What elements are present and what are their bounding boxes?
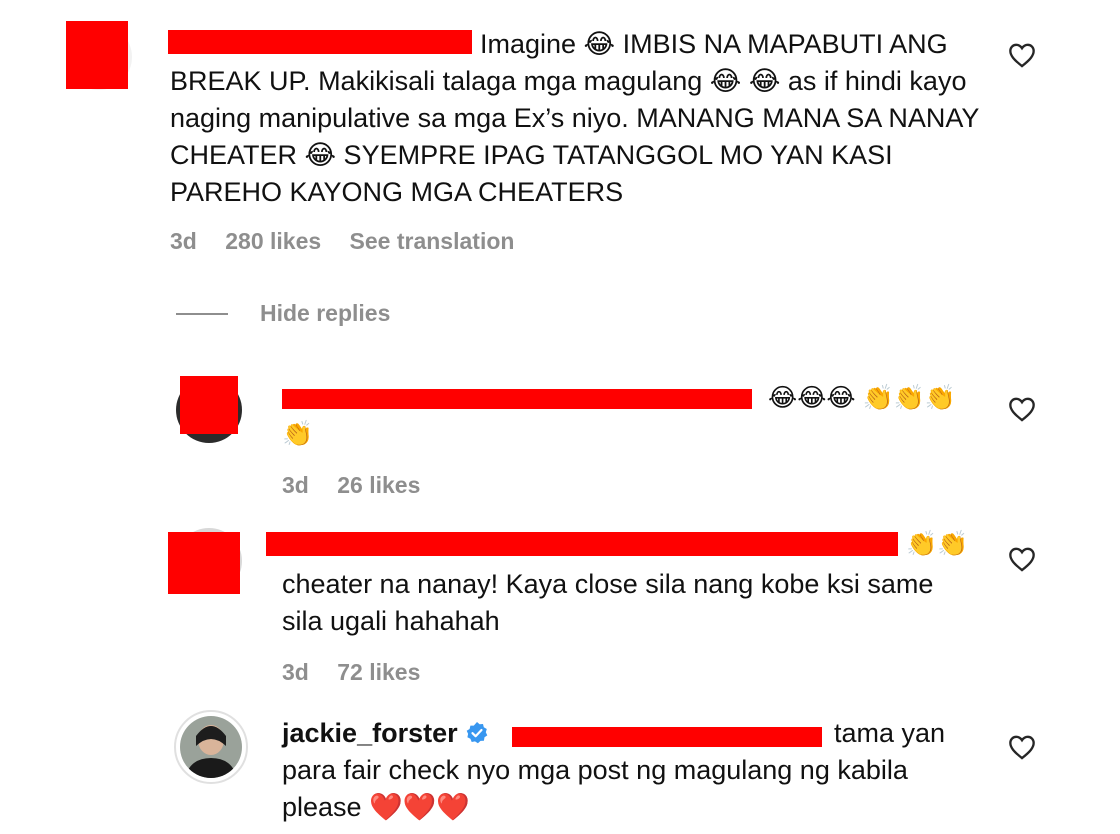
see-translation-link[interactable]: See translation xyxy=(350,228,515,254)
reply-likes[interactable]: 26 likes xyxy=(337,472,420,498)
username-link[interactable]: jackie_forster xyxy=(282,718,458,748)
reply-time: 3d xyxy=(282,472,309,498)
redacted-avatar xyxy=(66,21,128,89)
redacted-avatar xyxy=(168,532,240,594)
comment-text-line1: Imagine 😂 IMBIS NA MAPABUTI ANG xyxy=(480,29,948,59)
comment-likes[interactable]: 280 likes xyxy=(225,228,321,254)
comment-text: BREAK UP. Makikisali talaga mga magulang… xyxy=(170,66,979,207)
reply-likes[interactable]: 72 likes xyxy=(337,659,420,685)
verified-badge-icon xyxy=(466,722,488,744)
reply-emojis-line1: 👏👏 xyxy=(906,530,969,558)
redacted-username xyxy=(168,30,472,54)
comment-time: 3d xyxy=(170,228,197,254)
hide-replies-button[interactable]: Hide replies xyxy=(260,300,390,327)
reply-meta: 3d 26 likes xyxy=(282,472,442,499)
like-heart-icon[interactable] xyxy=(1008,546,1036,572)
redacted-mention xyxy=(512,727,822,747)
redacted-username-mention xyxy=(282,389,752,409)
reply-text: para fair check nyo mga post ng magulang… xyxy=(282,755,908,822)
reply-text-line1: tama yan xyxy=(834,718,946,748)
profile-photo xyxy=(180,716,242,778)
reply-emojis-line1: 😂😂😂 👏👏👏 xyxy=(768,384,956,412)
reply-text: cheater na nanay! Kaya close sila nang k… xyxy=(282,569,934,636)
like-heart-icon[interactable] xyxy=(1008,734,1036,760)
reply-meta: 3d 72 likes xyxy=(282,659,442,686)
reply-time: 3d xyxy=(282,659,309,685)
like-heart-icon[interactable] xyxy=(1008,396,1036,422)
like-heart-icon[interactable] xyxy=(1008,42,1036,68)
hide-replies-line xyxy=(176,313,228,315)
reply-header-line: jackie_forster xyxy=(282,715,489,752)
reply-emojis-line2: 👏 xyxy=(282,420,314,448)
avatar[interactable] xyxy=(174,710,248,784)
comment-meta: 3d 280 likes See translation xyxy=(170,228,536,255)
redacted-avatar xyxy=(180,376,238,434)
redacted-username-mention xyxy=(266,532,898,556)
